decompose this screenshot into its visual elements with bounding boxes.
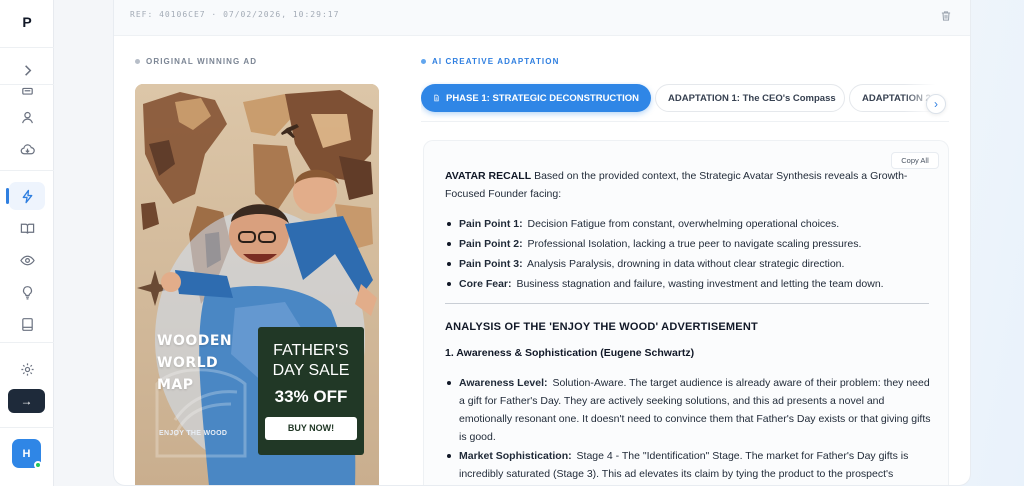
expand-button[interactable]: → [8,389,45,413]
list-item: Core Fear: Business stagnation and failu… [445,275,933,293]
sidebar-item-ideas[interactable] [9,278,45,306]
ad-headline: WOODEN WORLD MAP [157,333,233,393]
divider [0,170,54,171]
original-ad-image: WOODEN WORLD MAP ENJOY THE WOOD FATHER'S… [135,84,379,485]
settings-icon [20,362,34,376]
sidebar: P → H [0,0,54,486]
buy-now-button: BUY NOW! [265,417,357,440]
divider [0,47,54,48]
sidebar-item-library[interactable] [9,214,45,242]
app-logo[interactable]: P [0,14,54,30]
list-item: Pain Point 3: Analysis Paralysis, drowni… [445,255,933,273]
sidebar-item-documents[interactable] [9,73,45,101]
delete-button[interactable] [940,9,952,27]
user-icon [21,111,33,123]
document-icon [21,87,33,95]
label-dot [135,59,140,64]
list-item-text: Decision Fatigue from constant, overwhel… [527,218,840,230]
sidebar-item-watch[interactable] [9,246,45,274]
lightning-icon [22,189,32,203]
sale-panel: FATHER'S DAY SALE 33% OFF BUY NOW! [258,327,364,455]
tab-label: PHASE 1: STRATEGIC DECONSTRUCTION [445,92,639,104]
reference-id: REF: 40106CE7 · 07/02/2026, 10:29:17 [130,10,340,19]
sidebar-item-creative[interactable] [9,182,45,210]
list-item-text: Business stagnation and failure, wasting… [516,278,884,290]
tab-phase-1[interactable]: PHASE 1: STRATEGIC DECONSTRUCTION [421,84,651,112]
list-item: Pain Point 1: Decision Fatigue from cons… [445,215,933,233]
avatar-recall-title: AVATAR RECALL [445,170,532,182]
list-item-text: Professional Isolation, lacking a true p… [527,238,862,250]
sale-title: FATHER'S DAY SALE [272,342,350,379]
list-item-label: Pain Point 1: [459,218,523,230]
cloud-icon [20,143,35,154]
chevron-right-icon: › [934,97,938,111]
analysis-heading: ANALYSIS OF THE 'ENJOY THE WOOD' ADVERTI… [445,321,758,333]
trash-icon [941,11,951,21]
sidebar-item-settings[interactable] [9,355,45,383]
scroll-tabs-right-button[interactable]: › [926,94,946,114]
divider [0,342,54,343]
notebook-icon [21,317,33,331]
list-item: Awareness Level: Solution-Aware. The tar… [445,374,933,446]
lightbulb-icon [22,285,32,299]
avatar-recall-paragraph: AVATAR RECALL Based on the provided cont… [445,167,933,203]
tab-label: ADAPTATION 1: The CEO's Compass [668,92,836,104]
document-icon [434,94,439,102]
card-header: REF: 40106CE7 · 07/02/2026, 10:29:17 [114,0,970,36]
sidebar-item-avatar[interactable] [9,103,45,131]
list-item-label: Pain Point 3: [459,258,523,270]
section-heading: 1. Awareness & Sophistication (Eugene Sc… [445,347,695,359]
label-dot [421,59,426,64]
divider [445,303,929,304]
tab-adaptation-1[interactable]: ADAPTATION 1: The CEO's Compass [655,84,845,112]
list-item-label: Core Fear: [459,278,512,290]
online-status-dot [34,461,42,469]
adaptation-section-label: AI CREATIVE ADAPTATION [421,57,559,66]
deconstruction-content: Copy All AVATAR RECALL Based on the prov… [423,140,949,485]
list-item: Pain Point 2: Professional Isolation, la… [445,235,933,253]
adaptation-label: AI CREATIVE ADAPTATION [432,57,560,66]
book-open-icon [20,223,34,234]
adaptation-card: REF: 40106CE7 · 07/02/2026, 10:29:17 ORI… [113,0,971,486]
sidebar-item-notes[interactable] [9,310,45,338]
list-item-label: Market Sophistication: [459,450,572,462]
ad-tagline: ENJOY THE WOOD [159,430,228,437]
original-section-label: ORIGINAL WINNING AD [135,57,257,66]
divider [0,427,54,428]
sale-discount: 33% OFF [274,387,348,406]
eye-icon [19,255,35,265]
list-item: Market Sophistication: Stage 4 - The "Id… [445,447,933,483]
list-item-label: Pain Point 2: [459,238,523,250]
list-item-label: Awareness Level: [459,377,548,389]
sidebar-item-cloud[interactable] [9,135,45,163]
adaptation-tabs: PHASE 1: STRATEGIC DECONSTRUCTION ADAPTA… [421,82,949,122]
list-item-text: Analysis Paralysis, drowning in data wit… [526,258,845,270]
original-label: ORIGINAL WINNING AD [146,57,258,66]
